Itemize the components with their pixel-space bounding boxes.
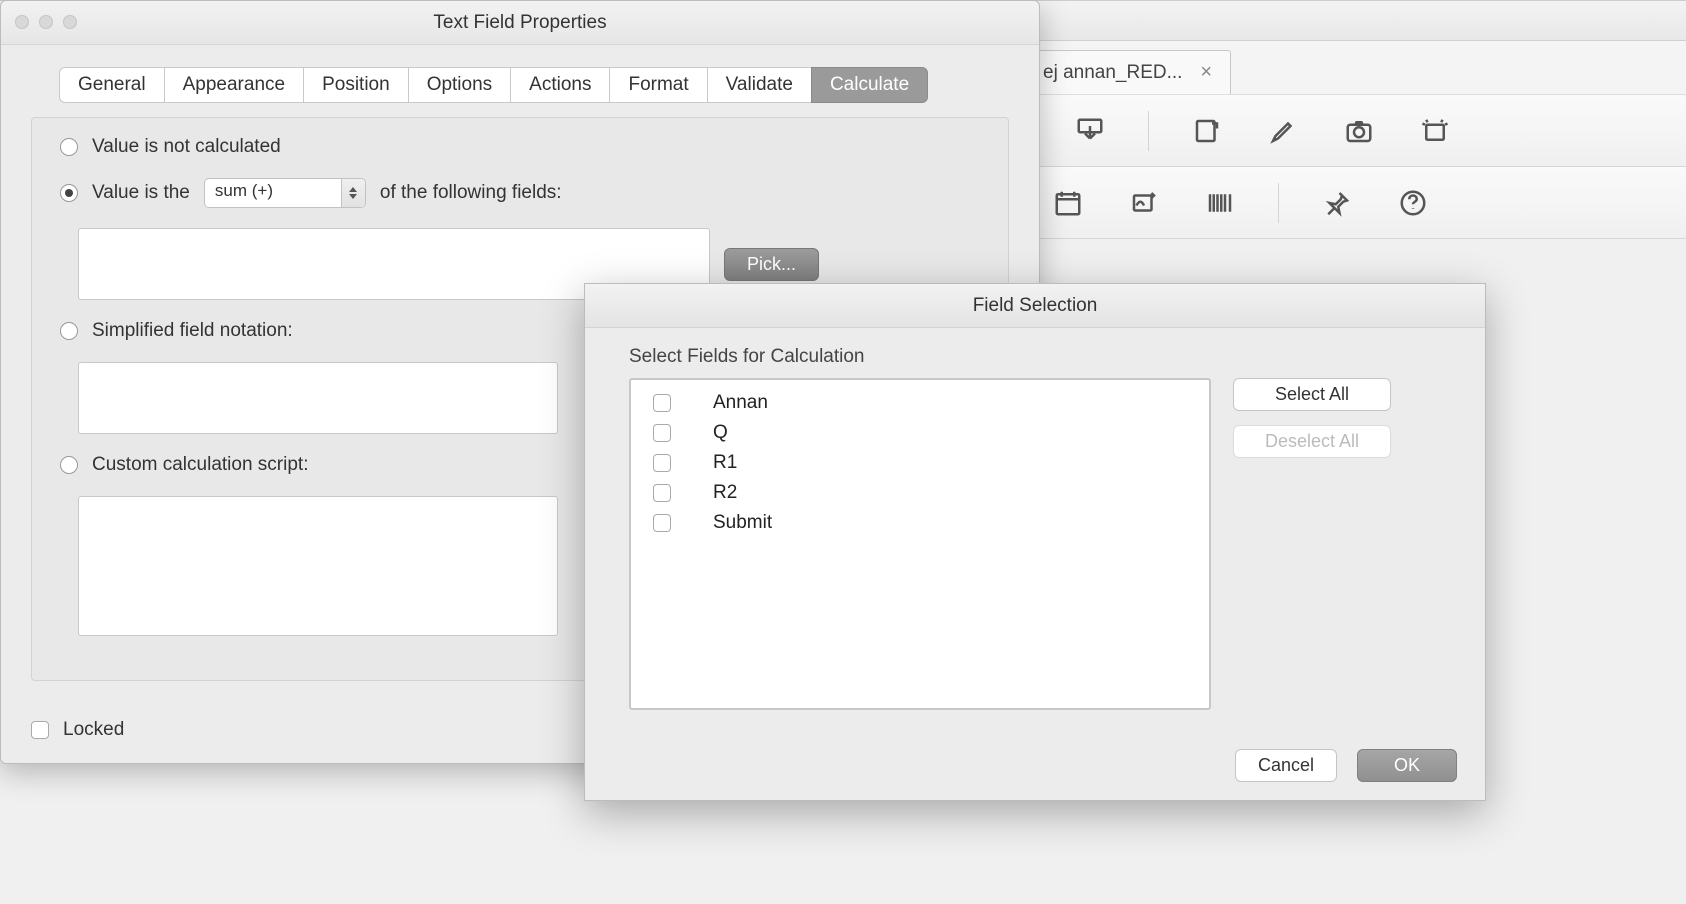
stepper-arrows-icon xyxy=(341,179,365,207)
pin-icon[interactable] xyxy=(1319,185,1355,221)
separator xyxy=(1278,183,1279,223)
field-selection-subtitle: Select Fields for Calculation xyxy=(629,346,1451,368)
dialog-title: Text Field Properties xyxy=(433,12,606,33)
download-icon[interactable] xyxy=(1072,113,1108,149)
radio-simplified[interactable] xyxy=(60,322,78,340)
tab-validate[interactable]: Validate xyxy=(707,67,812,103)
field-checkbox[interactable] xyxy=(653,454,671,472)
field-row: R1 xyxy=(649,448,1191,478)
field-list[interactable]: Annan Q R1 R2 Submit xyxy=(629,378,1211,710)
field-checkbox[interactable] xyxy=(653,484,671,502)
operation-value: sum (+) xyxy=(215,181,273,200)
field-label: R2 xyxy=(713,482,737,504)
tab-general[interactable]: General xyxy=(59,67,165,103)
field-checkbox[interactable] xyxy=(653,514,671,532)
separator xyxy=(1148,111,1149,151)
pick-button[interactable]: Pick... xyxy=(724,248,819,281)
tab-calculate[interactable]: Calculate xyxy=(811,67,928,103)
tab-options[interactable]: Options xyxy=(408,67,511,103)
simplified-textarea[interactable] xyxy=(78,362,558,434)
help-icon[interactable] xyxy=(1395,185,1431,221)
field-checkbox[interactable] xyxy=(653,394,671,412)
tab-position[interactable]: Position xyxy=(303,67,409,103)
field-label: Annan xyxy=(713,392,768,414)
radio-custom-script[interactable] xyxy=(60,456,78,474)
label-value-is-the: Value is the xyxy=(92,182,190,204)
locked-checkbox[interactable] xyxy=(31,721,49,739)
highlight-icon[interactable] xyxy=(1265,113,1301,149)
properties-tabs: General Appearance Position Options Acti… xyxy=(59,67,981,103)
traffic-lights xyxy=(15,15,77,29)
label-not-calculated: Value is not calculated xyxy=(92,136,281,158)
operation-select[interactable]: sum (+) xyxy=(204,178,366,208)
field-checkbox[interactable] xyxy=(653,424,671,442)
tab-actions[interactable]: Actions xyxy=(510,67,610,103)
traffic-min[interactable] xyxy=(39,15,53,29)
field-row: Annan xyxy=(649,388,1191,418)
document-tab-label: ej annan_RED... xyxy=(1043,62,1182,84)
field-row: R2 xyxy=(649,478,1191,508)
radio-not-calculated[interactable] xyxy=(60,138,78,156)
camera-icon[interactable] xyxy=(1341,113,1377,149)
calendar-icon[interactable] xyxy=(1050,185,1086,221)
document-tab[interactable]: ej annan_RED... × xyxy=(1024,50,1231,94)
tab-appearance[interactable]: Appearance xyxy=(164,67,304,103)
field-label: Q xyxy=(713,422,728,444)
field-selection-title: Field Selection xyxy=(585,284,1485,328)
locked-row: Locked xyxy=(31,719,124,741)
traffic-close[interactable] xyxy=(15,15,29,29)
tab-format[interactable]: Format xyxy=(609,67,707,103)
label-simplified: Simplified field notation: xyxy=(92,320,293,342)
field-label: R1 xyxy=(713,452,737,474)
traffic-max[interactable] xyxy=(63,15,77,29)
custom-script-textarea[interactable] xyxy=(78,496,558,636)
barcode-icon[interactable] xyxy=(1202,185,1238,221)
rotate-icon[interactable] xyxy=(1189,113,1225,149)
field-selection-dialog: Field Selection Select Fields for Calcul… xyxy=(584,283,1486,801)
label-of-following: of the following fields: xyxy=(380,182,562,204)
radio-value-is-the[interactable] xyxy=(60,184,78,202)
ok-button[interactable]: OK xyxy=(1357,749,1457,782)
sign-icon[interactable] xyxy=(1126,185,1162,221)
close-icon[interactable]: × xyxy=(1200,61,1212,84)
label-custom-script: Custom calculation script: xyxy=(92,454,308,476)
cancel-button[interactable]: Cancel xyxy=(1235,749,1337,782)
field-row: Submit xyxy=(649,508,1191,538)
locked-label: Locked xyxy=(63,719,124,741)
field-row: Q xyxy=(649,418,1191,448)
deselect-all-button[interactable]: Deselect All xyxy=(1233,425,1391,458)
field-label: Submit xyxy=(713,512,772,534)
enhance-icon[interactable] xyxy=(1417,113,1453,149)
select-all-button[interactable]: Select All xyxy=(1233,378,1391,411)
dialog-titlebar: Text Field Properties xyxy=(1,1,1039,45)
